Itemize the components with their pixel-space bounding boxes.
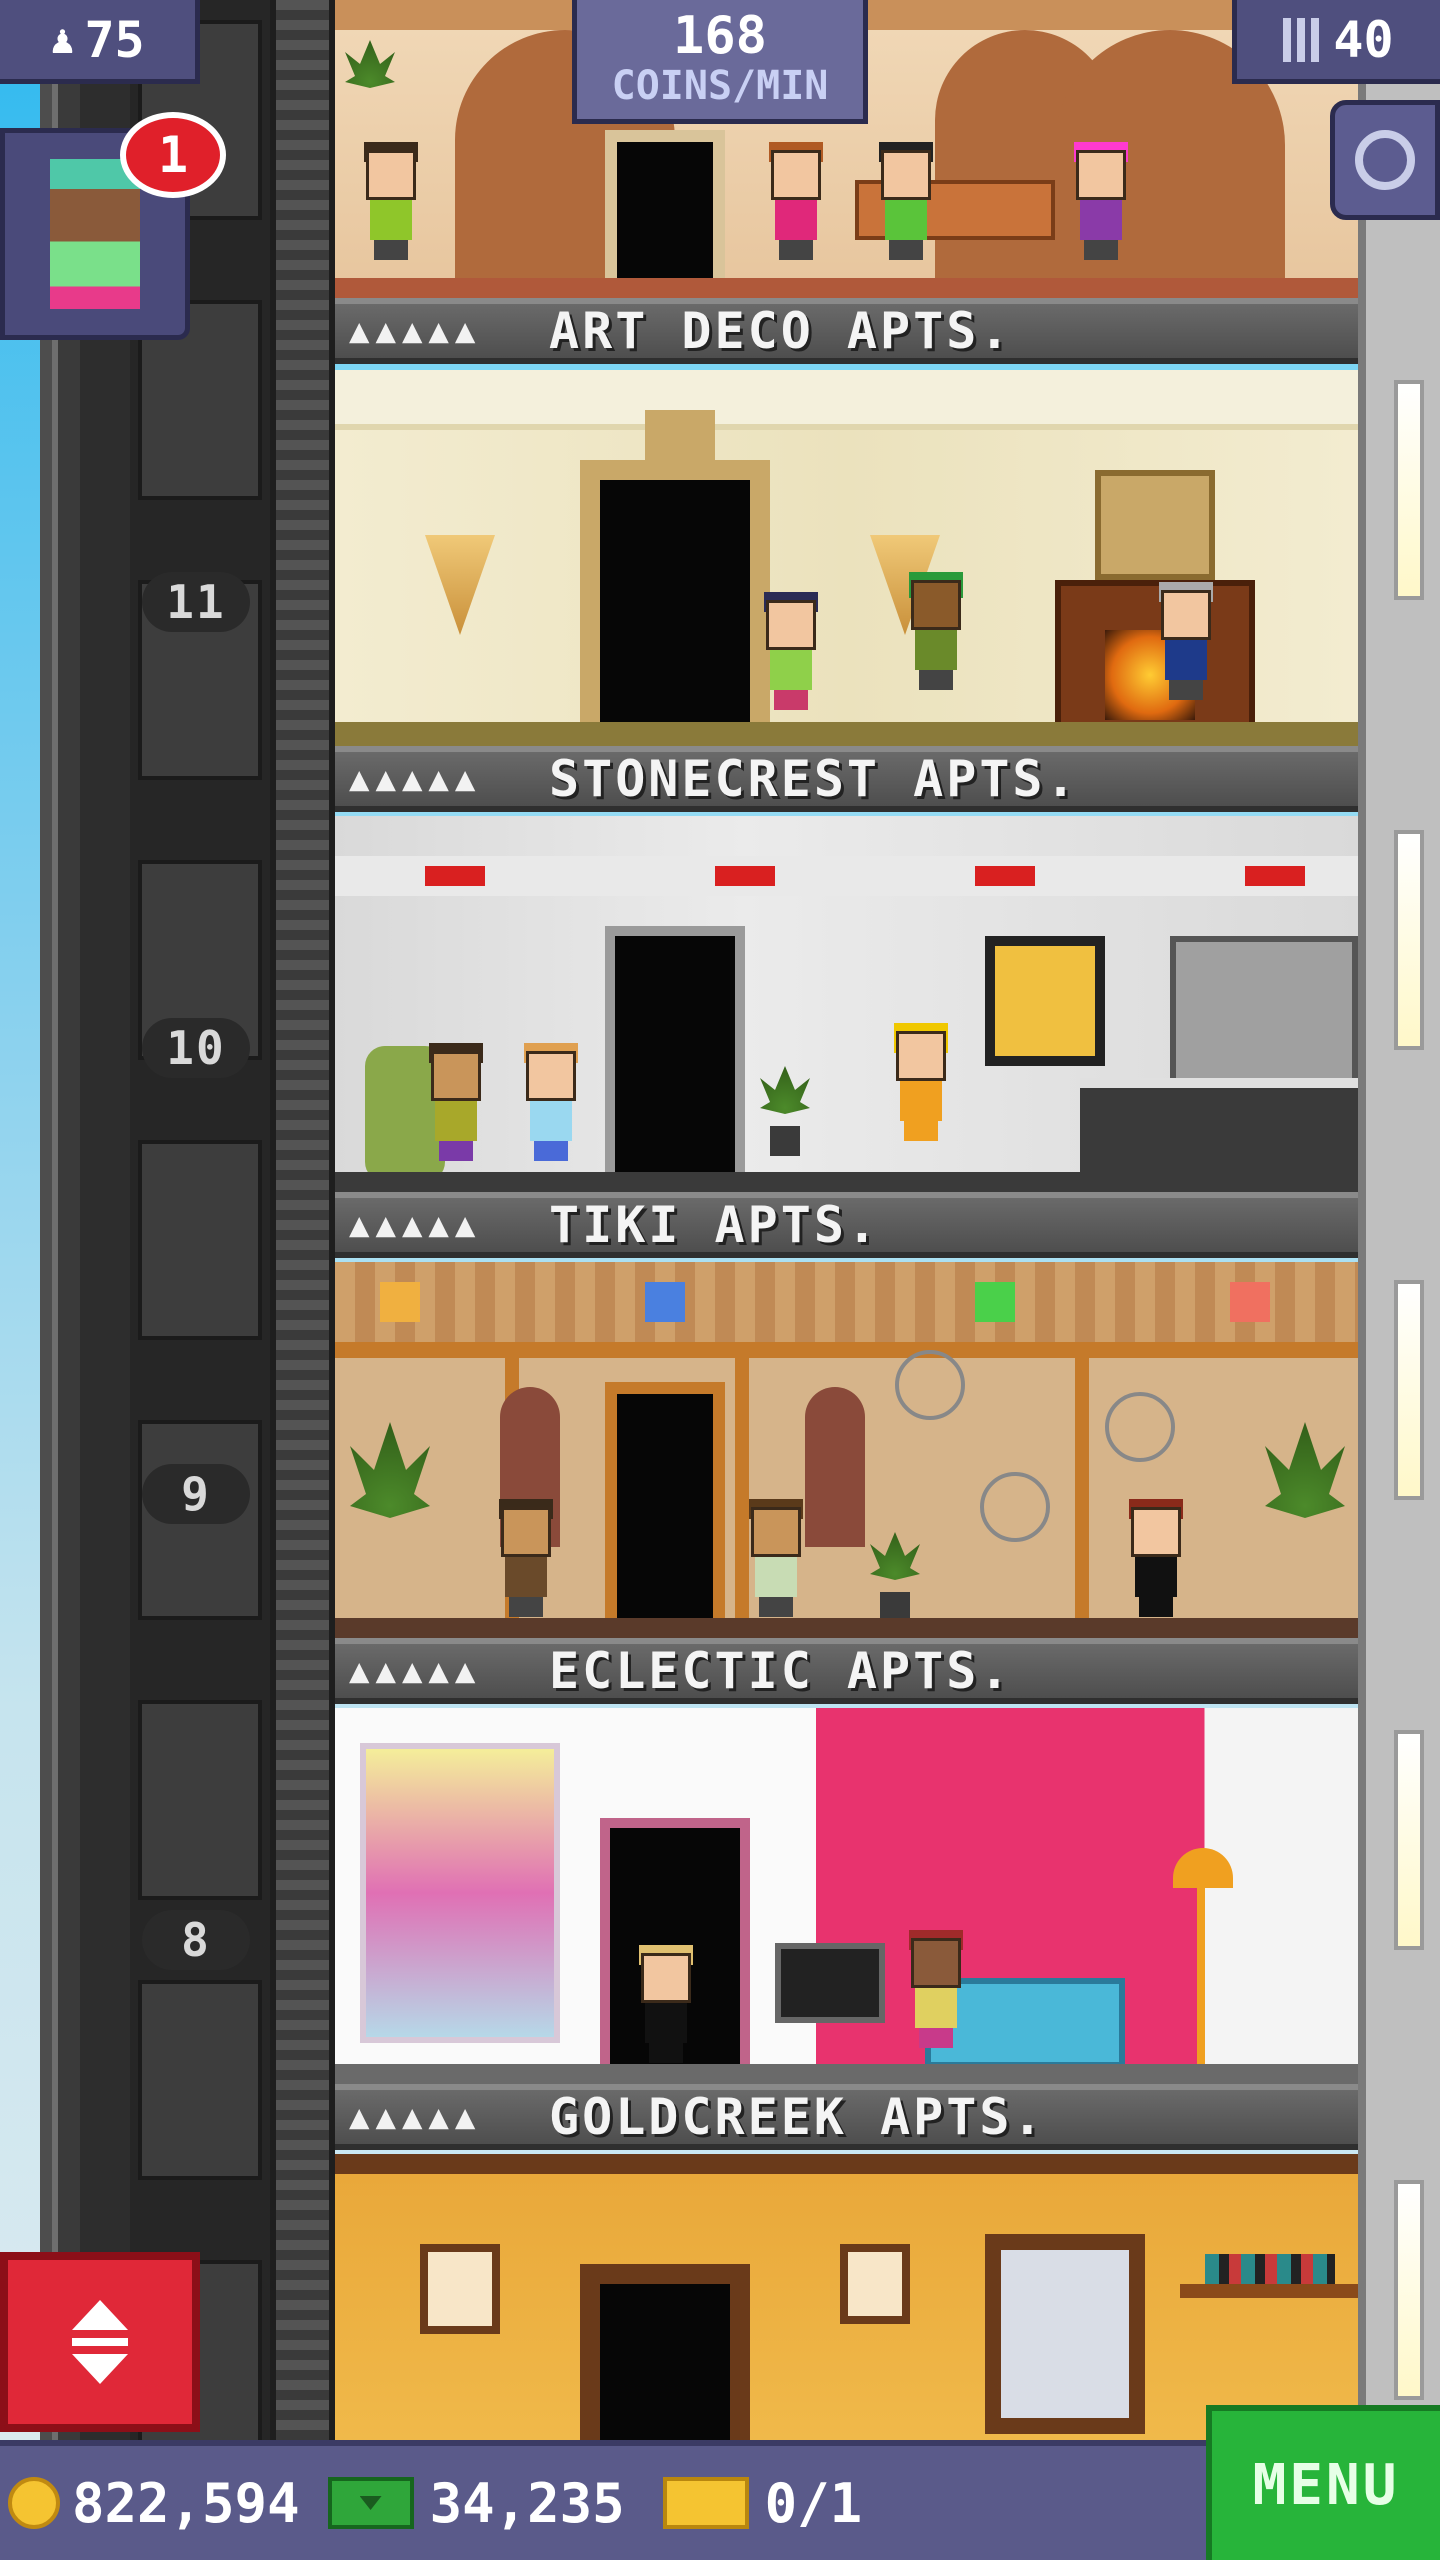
elevator-shaft[interactable]: 11 10 9 8 [0,0,335,2460]
ceiling-lamp [425,866,485,886]
room-eclectic[interactable] [335,1262,1358,1638]
coin-icon [8,2477,60,2529]
tenant-sprite[interactable] [635,1945,695,2063]
coins-per-min-label: COINS/MIN [611,62,829,109]
tenant-sprite[interactable] [1070,142,1130,260]
window-light [1394,830,1424,1050]
rating-stars: ▲▲▲▲▲ [349,1651,482,1691]
floor-name: STONECREST APTS. [549,750,1079,808]
magnifier-icon [1355,130,1415,190]
bird-cage [980,1472,1050,1542]
sky-strip [0,0,40,2440]
floor-lamp [1173,1848,1233,1888]
population-value: 75 [84,10,145,69]
floor-banner-tiki: ▲▲▲▲▲ TIKI APTS. [335,1192,1358,1258]
ticket-icon [662,2477,749,2529]
floor-number-9: 9 [142,1464,250,1524]
arrow-up-icon [72,2300,128,2330]
tenant-sprite[interactable] [360,142,420,260]
tickets-value: 0/1 [764,2471,863,2535]
room-stonecrest[interactable] [335,370,1358,746]
pendant-lamp [1230,1282,1270,1322]
bird-cage [1105,1392,1175,1462]
pendant-lamp [380,1282,420,1322]
tenant-sprite[interactable] [745,1499,805,1617]
coins-per-min-value: 168 [673,5,767,66]
visitor-avatar-icon [50,159,140,309]
floor-banner-eclectic: ▲▲▲▲▲ ECLECTIC APTS. [335,1638,1358,1704]
tenant-sprite[interactable] [425,1043,485,1161]
window-light [1394,1280,1424,1500]
floor-name: TIKI APTS. [549,1196,881,1254]
arrow-down-icon [72,2354,128,2384]
ceiling-lamp [1245,866,1305,886]
apartment-door [605,926,745,1182]
apartment-door [605,130,725,280]
tenant-sprite[interactable] [905,572,965,690]
ceiling-lamp [715,866,775,886]
elevator-button[interactable] [0,2252,200,2432]
coins-display[interactable]: 822,594 [8,2472,300,2535]
notification-badge: 1 [120,112,226,198]
game-screen: 11 10 9 8 ▲▲▲▲▲ ART DECO APTS. ▲▲▲▲▲ STO… [0,0,1440,2560]
tenant-sprite[interactable] [760,592,820,710]
floor-banner-art-deco: ▲▲▲▲▲ ART DECO APTS. [335,298,1358,364]
bux-display[interactable]: 34,235 [308,2472,625,2535]
menu-button[interactable]: MENU [1206,2405,1440,2560]
room-goldcreek[interactable] [335,1708,1358,2084]
search-button[interactable] [1330,100,1440,220]
floor-name: ART DECO APTS. [549,302,1013,360]
ceiling-lamp [975,866,1035,886]
floor-number-11: 11 [142,572,250,632]
elevator-track [130,0,270,2460]
bird-cage [895,1350,965,1420]
building-right-edge [1358,0,1440,2440]
tenant-sprite[interactable] [765,142,825,260]
floor-banner-goldcreek: ▲▲▲▲▲ GOLDCREEK APTS. [335,2084,1358,2150]
rating-stars: ▲▲▲▲▲ [349,311,482,351]
tenant-sprite[interactable] [495,1499,555,1617]
window-light [1394,1730,1424,1950]
population-counter[interactable]: ♟ 75 [0,0,200,84]
tiki-mask [805,1387,865,1547]
coins-value: 822,594 [72,2471,300,2535]
wall-sconce [425,535,495,635]
building-icon [1283,17,1320,62]
tenant-sprite[interactable] [890,1023,950,1141]
apartment-door [580,460,770,736]
rating-stars: ▲▲▲▲▲ [349,759,482,799]
rating-stars: ▲▲▲▲▲ [349,1205,482,1245]
rating-stars: ▲▲▲▲▲ [349,2097,482,2137]
room-below[interactable] [335,2154,1358,2440]
tenant-sprite[interactable] [1125,1499,1185,1617]
pendant-lamp [645,1282,685,1322]
floor-count-value: 40 [1333,10,1394,69]
floor-number-10: 10 [142,1018,250,1078]
bux-icon [327,2477,414,2529]
window-light [1394,2180,1424,2400]
apartment-door [605,1382,725,1628]
coins-per-min-display: 168 COINS/MIN [572,0,868,124]
wall-art [360,1743,560,2043]
floor-number-8: 8 [142,1910,250,1970]
window-light [1394,380,1424,600]
pendant-lamp [975,1282,1015,1322]
room-tiki[interactable] [335,816,1358,1192]
floor-name: ECLECTIC APTS. [549,1642,1013,1700]
bux-value: 34,235 [429,2471,625,2535]
tenant-sprite[interactable] [520,1043,580,1161]
tenant-sprite[interactable] [1155,582,1215,700]
floor-count-display[interactable]: 40 [1232,0,1440,84]
apartment-door [580,2264,750,2440]
tenant-sprite[interactable] [905,1930,965,2048]
tickets-display[interactable]: 0/1 [633,2471,863,2535]
shaft-wall [40,0,130,2440]
shaft-rail [270,0,335,2440]
tenant-sprite[interactable] [875,142,935,260]
floor-banner-stonecrest: ▲▲▲▲▲ STONECREST APTS. [335,746,1358,812]
floor-name: GOLDCREEK APTS. [549,2088,1046,2146]
person-icon: ♟ [50,16,75,63]
